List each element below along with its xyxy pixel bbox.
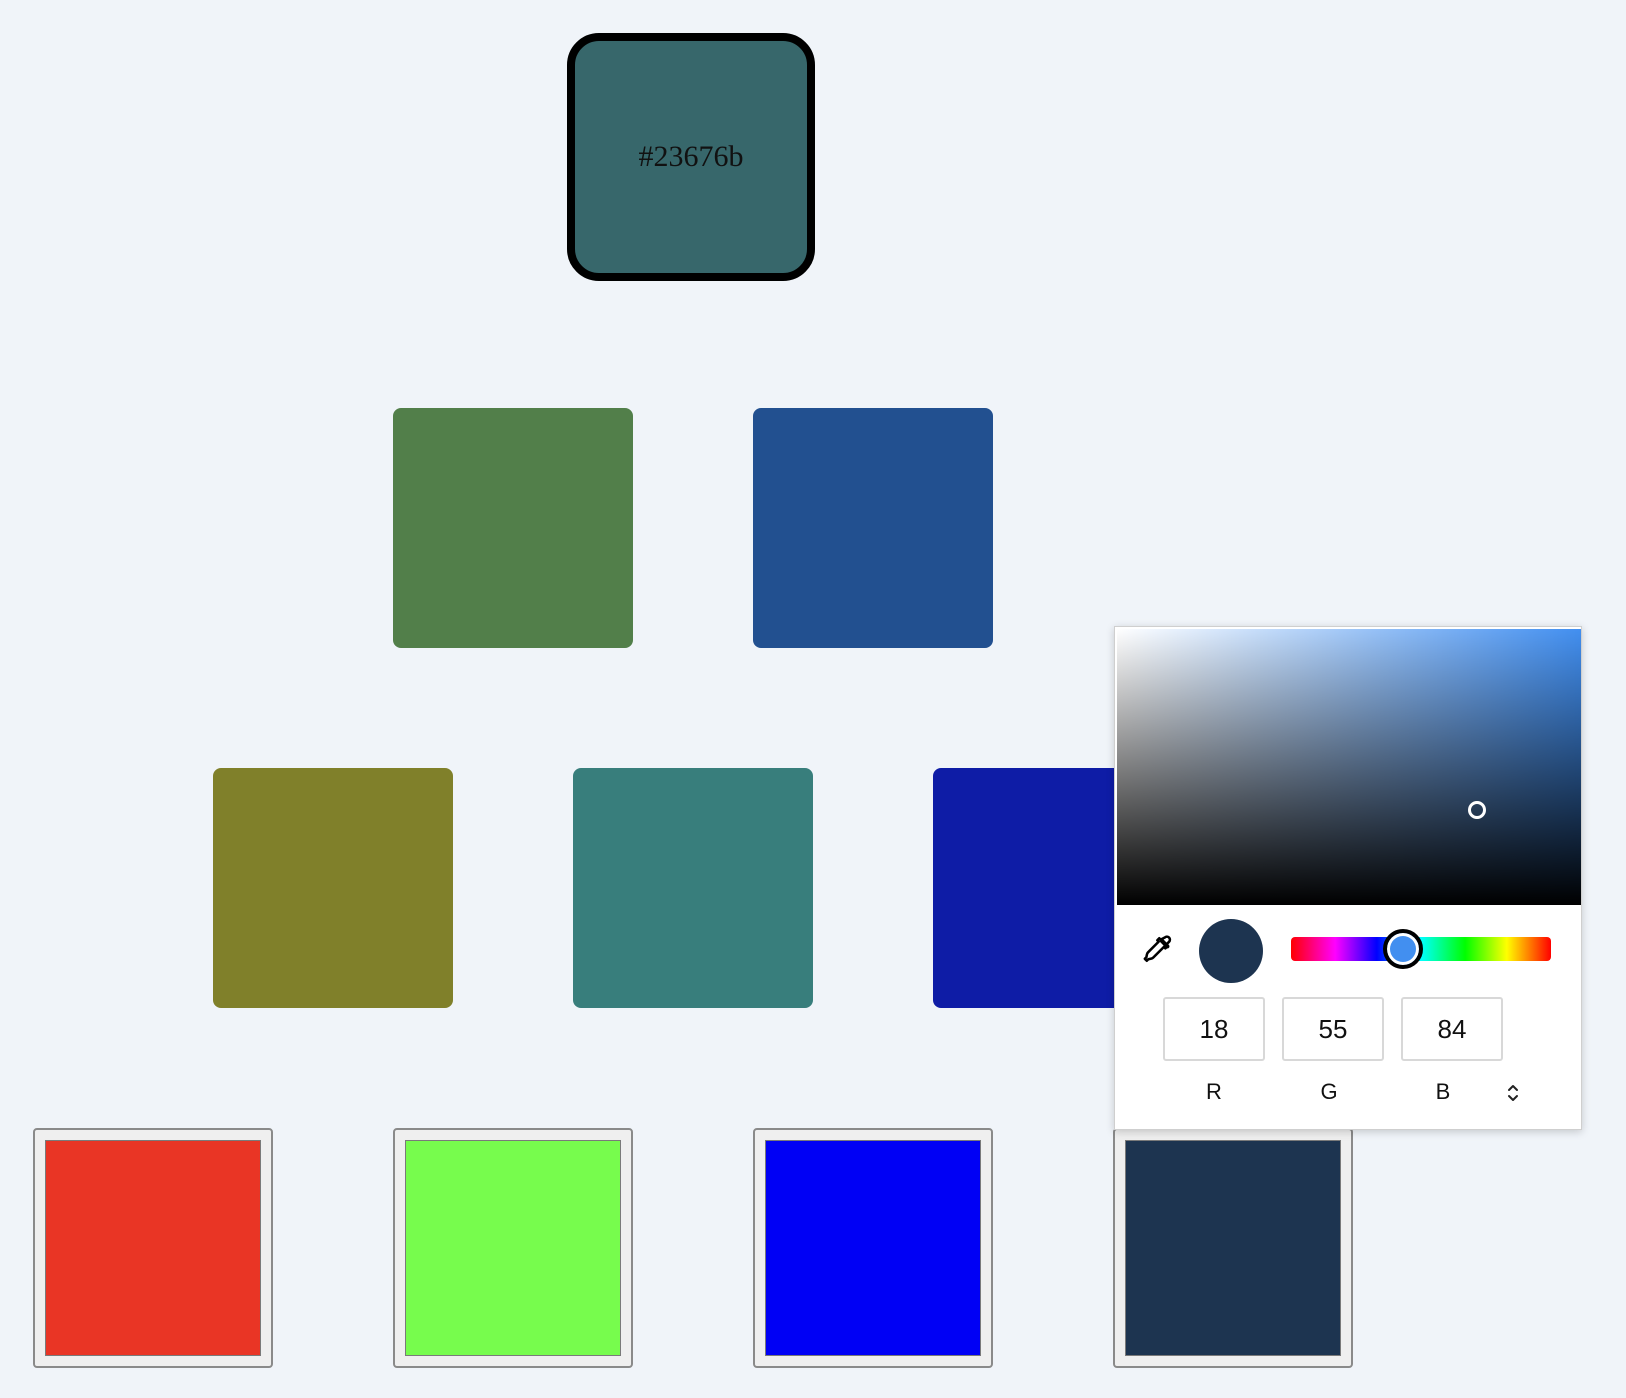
red-label: R: [1206, 1079, 1222, 1104]
eyedropper-icon[interactable]: [1139, 933, 1175, 969]
mode-toggle-glyph: [1508, 1085, 1518, 1101]
swatch-olive[interactable]: [213, 768, 453, 1008]
red-input[interactable]: [1163, 997, 1265, 1061]
swatch-teal[interactable]: [573, 768, 813, 1008]
blue-input[interactable]: [1401, 997, 1503, 1061]
color-input-red-fill: [45, 1140, 261, 1356]
selected-color-hex: #23676b: [638, 140, 744, 173]
current-color-preview: [1199, 919, 1263, 983]
green-label: G: [1320, 1079, 1338, 1104]
hue-slider[interactable]: [1291, 929, 1551, 969]
eyedropper-glyph: [1143, 935, 1172, 963]
green-input[interactable]: [1282, 997, 1384, 1061]
value-gradient: [1117, 629, 1581, 905]
color-picker-popup: R G B: [1114, 626, 1582, 1130]
color-input-navy-fill: [1125, 1140, 1341, 1356]
swatch-green[interactable]: [393, 408, 633, 648]
selected-color-swatch[interactable]: #23676b: [567, 33, 815, 281]
saturation-value-handle[interactable]: [1468, 801, 1486, 819]
saturation-value-area[interactable]: [1117, 629, 1581, 905]
color-input-blue-fill: [765, 1140, 981, 1356]
color-input-blue[interactable]: [753, 1128, 993, 1368]
color-input-lime-fill: [405, 1140, 621, 1356]
color-input-lime[interactable]: [393, 1128, 633, 1368]
hue-slider-thumb[interactable]: [1382, 929, 1423, 969]
blue-label: B: [1435, 1079, 1451, 1104]
up-down-arrows-icon[interactable]: [1501, 1081, 1525, 1105]
swatch-blue[interactable]: [753, 408, 993, 648]
color-input-red[interactable]: [33, 1128, 273, 1368]
color-input-navy[interactable]: [1113, 1128, 1353, 1368]
